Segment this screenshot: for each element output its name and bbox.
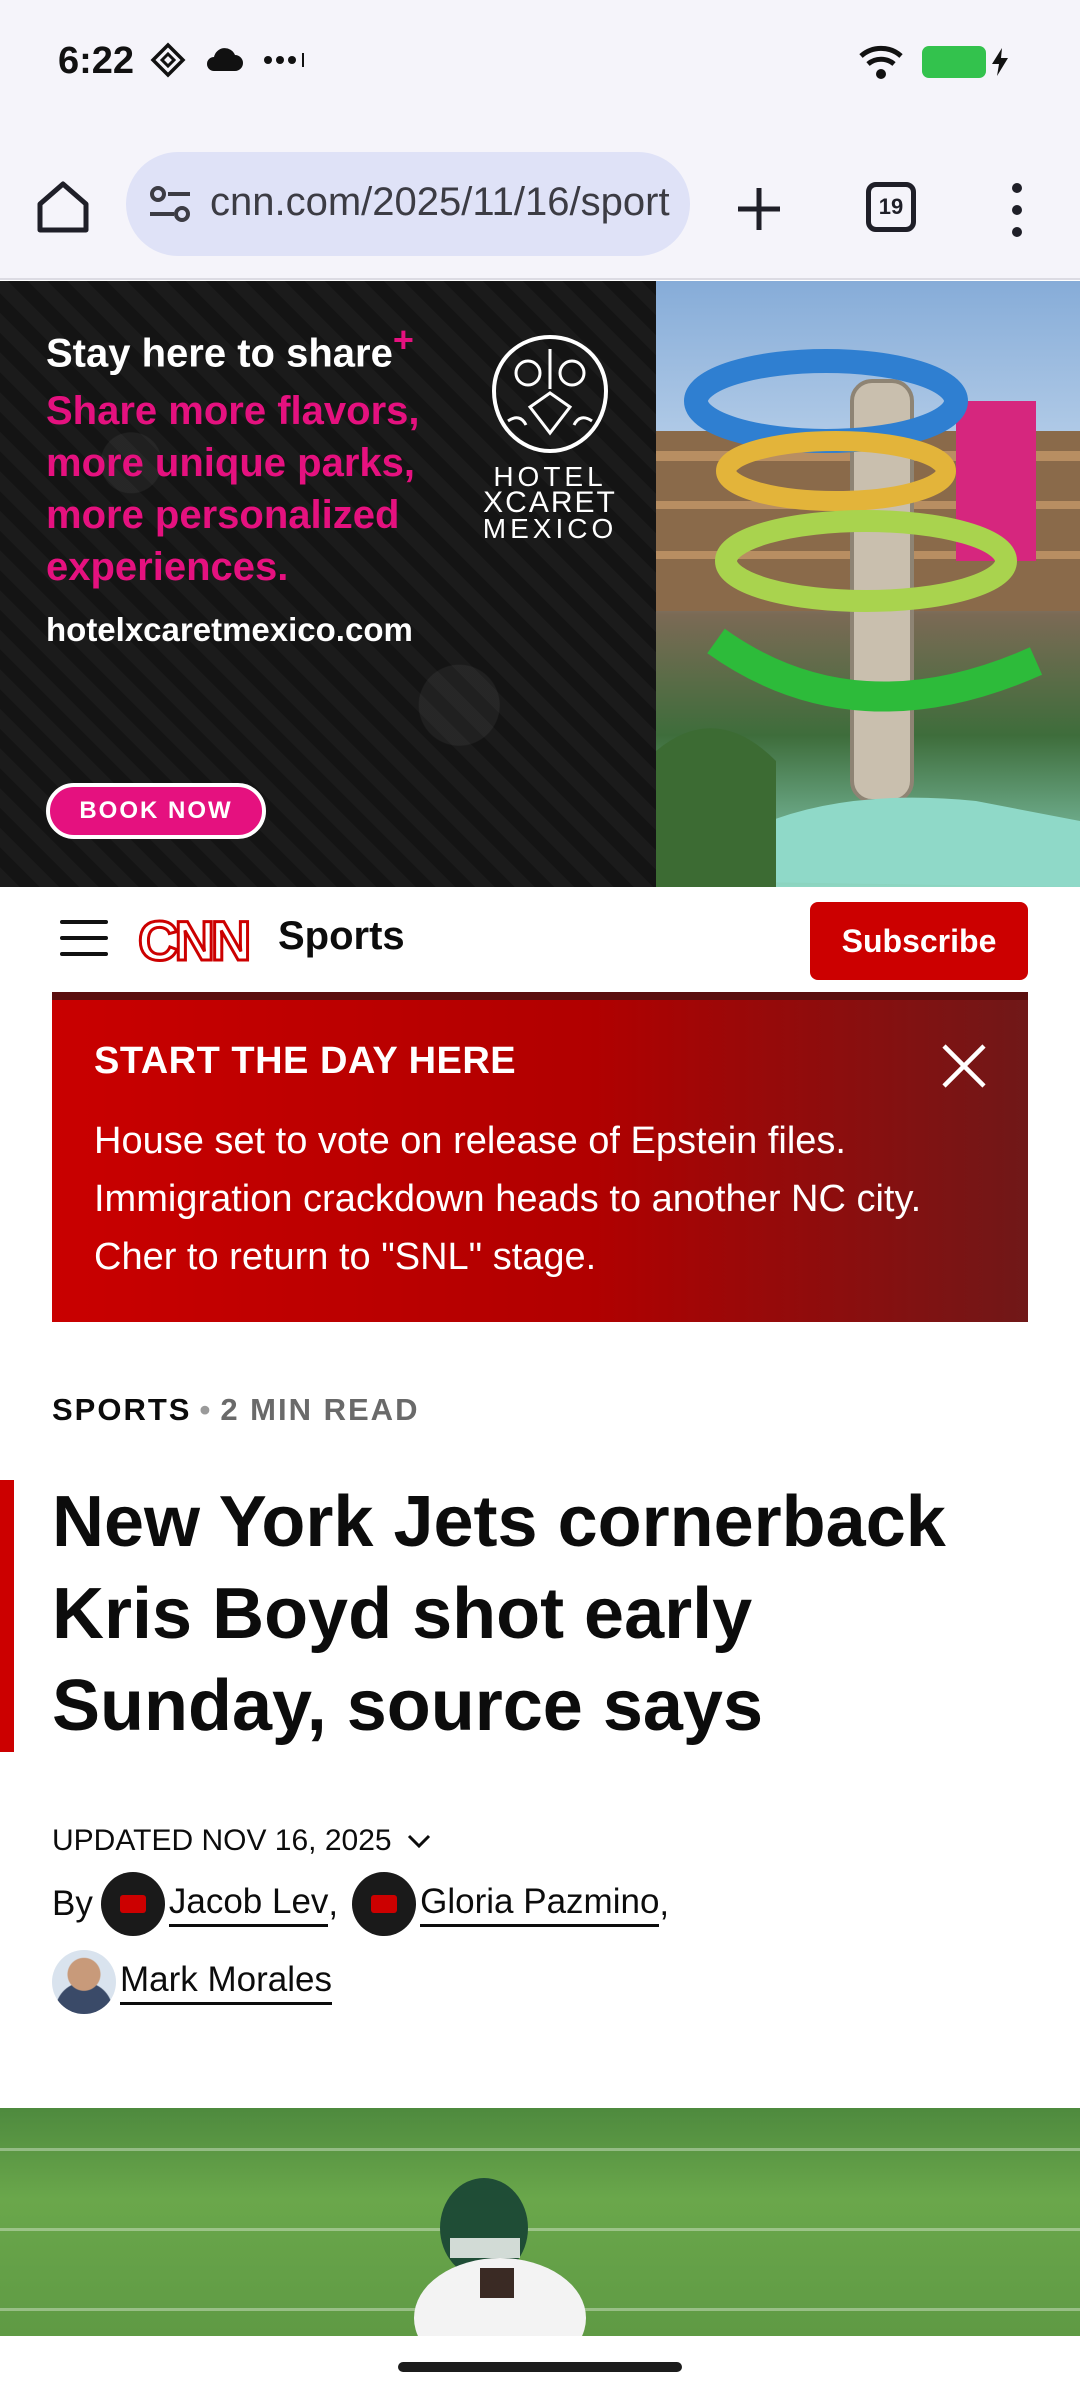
author-link[interactable]: Gloria Pazmino (420, 1882, 660, 1927)
home-gesture-handle[interactable] (398, 2362, 682, 2372)
xcaret-emblem-icon (491, 334, 609, 454)
site-header: CNN Sports Subscribe (0, 888, 1080, 992)
home-icon[interactable] (34, 178, 92, 236)
ad-book-now-button[interactable]: BOOK NOW (46, 783, 266, 839)
meta-separator-dot: • (199, 1392, 213, 1427)
ad-headline: Stay here to share+ (46, 319, 414, 376)
hotel-xcaret-logo: HOTEL XCARET MEXICO (478, 329, 622, 549)
status-bar: 6:22 (0, 0, 1080, 130)
close-icon[interactable] (938, 1040, 990, 1092)
chevron-down-icon[interactable] (406, 1832, 432, 1850)
section-tag[interactable]: SPORTS (52, 1392, 191, 1427)
updated-timestamp[interactable]: UPDATED NOV 16, 2025 (52, 1824, 432, 1858)
byline: By Jacob Lev, Gloria Pazmino, (52, 1872, 1042, 1936)
status-time: 6:22 (58, 40, 135, 82)
more-dots-icon (264, 53, 304, 67)
site-settings-icon[interactable] (146, 180, 196, 228)
status-icons-left (150, 42, 306, 78)
cnn-logo-text: CNN (138, 910, 248, 970)
banner-text[interactable]: House set to vote on release of Epstein … (94, 1112, 974, 1286)
new-tab-icon[interactable] (732, 182, 786, 236)
read-time: 2 MIN READ (220, 1392, 420, 1427)
ad-body: Share more flavors, more unique parks, m… (46, 389, 420, 589)
ad-resort-photo (656, 281, 1080, 887)
browser-toolbar: cnn.com/2025/11/16/sports/new-york-jets … (0, 130, 1080, 280)
article-lead-image[interactable] (0, 2108, 1080, 2336)
player-illustration (414, 2178, 586, 2336)
byline-comma: , (328, 1884, 339, 1923)
tab-switcher-button[interactable]: 19 (866, 182, 916, 232)
status-icons-right (858, 44, 1010, 80)
section-label[interactable]: Sports (278, 914, 405, 959)
updated-text: UPDATED NOV 16, 2025 (52, 1824, 392, 1857)
author-link[interactable]: Jacob Lev (168, 1882, 329, 1927)
hamburger-menu-icon[interactable] (60, 920, 108, 958)
article-headline: New York Jets cornerback Kris Boyd shot … (52, 1482, 946, 1746)
wifi-icon (859, 45, 903, 79)
url-text[interactable]: cnn.com/2025/11/16/sports/new-york-jets (210, 180, 670, 225)
cnn-logo[interactable]: CNN (136, 910, 260, 970)
start-the-day-banner[interactable]: START THE DAY HERE House set to vote on … (52, 992, 1028, 1322)
charging-bolt-icon (992, 48, 1008, 76)
author-avatar (52, 1950, 116, 2014)
author-link[interactable]: Mark Morales (120, 1960, 332, 2005)
author-avatar (100, 1872, 165, 1936)
banner-title: START THE DAY HERE (94, 1040, 517, 1082)
ad-url[interactable]: hotelxcaretmexico.com (46, 611, 413, 649)
more-menu-icon[interactable] (1000, 180, 1034, 240)
battery-charging-icon (922, 46, 986, 78)
waterslide-illustration (656, 281, 1080, 887)
byline-second-line: Mark Morales (52, 1950, 332, 2014)
article-meta: SPORTS • 2 MIN READ (52, 1392, 419, 1428)
author-avatar (352, 1872, 417, 1936)
ad-logo-line-3: MEXICO (482, 513, 618, 544)
gesture-nav-bar (0, 2336, 1080, 2400)
by-label: By (52, 1884, 93, 1923)
nfc-icon (150, 42, 186, 78)
advertisement[interactable]: Stay here to share+ Share more flavors, … (0, 281, 1080, 887)
byline-comma: , (659, 1884, 670, 1923)
subscribe-button[interactable]: Subscribe (810, 902, 1028, 980)
address-bar[interactable]: cnn.com/2025/11/16/sports/new-york-jets (126, 152, 690, 256)
headline-accent-bar (0, 1480, 14, 1752)
cloud-icon (207, 48, 243, 71)
